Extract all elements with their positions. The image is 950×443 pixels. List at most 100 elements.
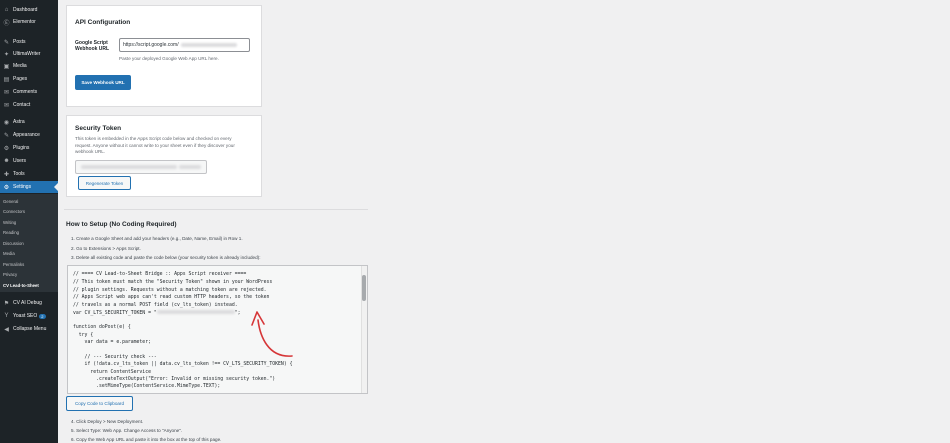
sidebar-item-comments[interactable]: ✉ Comments	[0, 86, 58, 98]
red-arrow-annotation	[251, 311, 293, 357]
regenerate-token-button[interactable]: Regenerate Token	[78, 176, 131, 190]
code-line: // --- Security check ---	[73, 355, 157, 360]
sidebar-item-astra[interactable]: ◉ Astra	[0, 116, 58, 128]
submenu-item-cv-lead-to-sheet[interactable]: CV Lead-to-Sheet	[3, 283, 39, 288]
apps-script-code-box[interactable]: // ==== CV Lead-to-Sheet Bridge :: Apps …	[67, 265, 368, 394]
collapse-icon: ◀	[4, 326, 9, 333]
sidebar-item-yoast-seo[interactable]: Y Yoast SEO 2	[0, 310, 58, 322]
sidebar-item-users[interactable]: ☻ Users	[0, 155, 58, 167]
sidebar-item-label: Users	[13, 158, 27, 164]
submenu-item-media[interactable]: Media	[3, 251, 15, 256]
code-scrollbar[interactable]	[361, 266, 367, 393]
astra-icon: ◉	[3, 119, 10, 126]
sidebar-item-label: Pages	[13, 76, 28, 82]
sidebar-item-posts[interactable]: ✎ Posts	[0, 36, 58, 48]
sidebar-item-label: CV AI Debug	[13, 300, 42, 306]
setup-step-1: 1. Create a Google Sheet and add your he…	[71, 236, 243, 241]
admin-sidebar: ⌂ Dashboard Ⓔ Elementor ✎ Posts ✦ UltimaWrit…	[0, 0, 58, 443]
sidebar-item-contact[interactable]: ✉ Contact	[0, 99, 58, 111]
sidebar-item-label: Settings	[13, 184, 32, 190]
sidebar-item-label: Posts	[13, 39, 26, 45]
users-icon: ☻	[3, 158, 10, 164]
sidebar-item-plugins[interactable]: ⚙ Plugins	[0, 142, 58, 154]
section-divider	[64, 209, 368, 210]
code-line-token: var CV_LTS_SECURITY_TOKEN = " ";	[73, 310, 241, 316]
code-line: // ==== CV Lead-to-Sheet Bridge :: Apps …	[73, 272, 247, 277]
sidebar-item-tools[interactable]: ✚ Tools	[0, 168, 58, 180]
code-scrollbar-thumb[interactable]	[362, 275, 366, 301]
code-line: function doPost(e) {	[73, 325, 131, 330]
media-icon: ▣	[3, 63, 10, 70]
sidebar-item-label: Comments	[13, 89, 38, 95]
contact-icon: ✉	[3, 102, 10, 109]
sidebar-item-pages[interactable]: ▤ Pages	[0, 73, 58, 85]
sidebar-item-cv-ai-debug[interactable]: ⚑ CV AI Debug	[0, 297, 58, 309]
security-token-description: This token is embedded in the Apps Scrip…	[75, 136, 235, 154]
tools-icon: ✚	[3, 171, 10, 178]
code-line: // This token must match the "Security T…	[73, 280, 273, 285]
yoast-icon: Y	[4, 313, 9, 319]
sidebar-item-label: Astra	[13, 119, 25, 125]
setup-step-4: 4. Click Deploy > New Deployment.	[71, 419, 144, 424]
pages-icon: ▤	[3, 76, 10, 83]
submenu-item-writing[interactable]: Writing	[3, 220, 16, 225]
webhook-url-help: Paste your deployed Google Web App URL h…	[119, 56, 219, 61]
sidebar-item-label: Tools	[13, 171, 25, 177]
submenu-item-general[interactable]: General	[3, 199, 18, 204]
sidebar-item-appearance[interactable]: ✎ Appearance	[0, 129, 58, 141]
setup-step-3: 3. Delete all existing code and paste th…	[71, 255, 261, 260]
sidebar-item-label: Plugins	[13, 145, 30, 151]
save-webhook-url-button[interactable]: Save Webhook URL	[75, 75, 131, 90]
submenu-item-discussion[interactable]: Discussion	[3, 241, 24, 246]
ultimawriter-icon: ✦	[3, 51, 10, 58]
submenu-item-permalinks[interactable]: Permalinks	[3, 262, 24, 267]
collapse-menu-button[interactable]: ◀ Collapse Menu	[0, 323, 58, 335]
settings-submenu: General Connectors Writing Reading Discu…	[0, 194, 58, 292]
sidebar-item-elementor[interactable]: Ⓔ Elementor	[0, 16, 58, 28]
sidebar-item-label: Media	[13, 63, 27, 69]
webhook-url-label: Google Script Webhook URL	[75, 40, 110, 52]
setup-section-title: How to Setup (No Coding Required)	[66, 221, 177, 228]
setup-step-5: 5. Select Type: Web App. Change Access t…	[71, 428, 183, 433]
settings-icon: ⚙	[3, 184, 10, 191]
copy-code-button[interactable]: Copy Code to Clipboard	[66, 396, 133, 411]
plugins-icon: ⚙	[3, 145, 10, 152]
sidebar-item-dashboard[interactable]: ⌂ Dashboard	[0, 4, 58, 16]
sidebar-item-settings[interactable]: ⚙ Settings	[0, 181, 58, 193]
code-line: return ContentService	[73, 370, 151, 375]
sidebar-item-ultimawriter[interactable]: ✦ UltimaWriter	[0, 48, 58, 60]
security-token-title: Security Token	[75, 125, 122, 132]
setup-step-2: 2. Go to Extensions > Apps Script.	[71, 246, 141, 251]
sidebar-item-label: UltimaWriter	[13, 51, 41, 57]
sidebar-item-label: Collapse Menu	[13, 326, 47, 332]
sidebar-item-label: Yoast SEO	[13, 313, 38, 319]
update-count-badge: 2	[39, 313, 46, 319]
pin-icon: ✎	[3, 39, 10, 46]
code-line: // travels as a normal POST field (cv_lt…	[73, 303, 238, 308]
code-line: // plugin settings. Requests without a m…	[73, 288, 267, 293]
sidebar-item-label: Dashboard	[13, 7, 38, 13]
submenu-item-reading[interactable]: Reading	[3, 230, 19, 235]
submenu-item-connectors[interactable]: Connectors	[3, 209, 25, 214]
api-configuration-card: API Configuration Google Script Webhook …	[66, 5, 262, 107]
webhook-url-input[interactable]: https://script.google.com/	[119, 38, 250, 52]
setup-step-6: 6. Copy the Web App URL and paste it int…	[71, 437, 222, 442]
sidebar-item-label: Appearance	[13, 132, 40, 138]
api-configuration-title: API Configuration	[75, 19, 131, 26]
code-line: if (!data.cv_lts_token || data.cv_lts_to…	[73, 362, 293, 367]
security-token-field[interactable]	[75, 160, 207, 174]
code-line: try {	[73, 333, 94, 338]
code-line: .createTextOutput("Error: Invalid or mis…	[73, 377, 276, 382]
sidebar-item-label: Elementor	[13, 19, 36, 25]
sidebar-item-label: Contact	[13, 102, 31, 108]
code-line: var data = e.parameter;	[73, 340, 151, 345]
security-token-card: Security Token This token is embedded in…	[66, 115, 262, 197]
code-line: .setMimeType(ContentService.MimeType.TEX…	[73, 384, 221, 389]
dashboard-icon: ⌂	[4, 7, 9, 13]
appearance-icon: ✎	[3, 132, 10, 139]
submenu-item-privacy[interactable]: Privacy	[3, 272, 17, 277]
comments-icon: ✉	[3, 89, 10, 96]
sidebar-item-media[interactable]: ▣ Media	[0, 60, 58, 72]
elementor-icon: Ⓔ	[3, 20, 10, 27]
debug-icon: ⚑	[3, 300, 10, 307]
